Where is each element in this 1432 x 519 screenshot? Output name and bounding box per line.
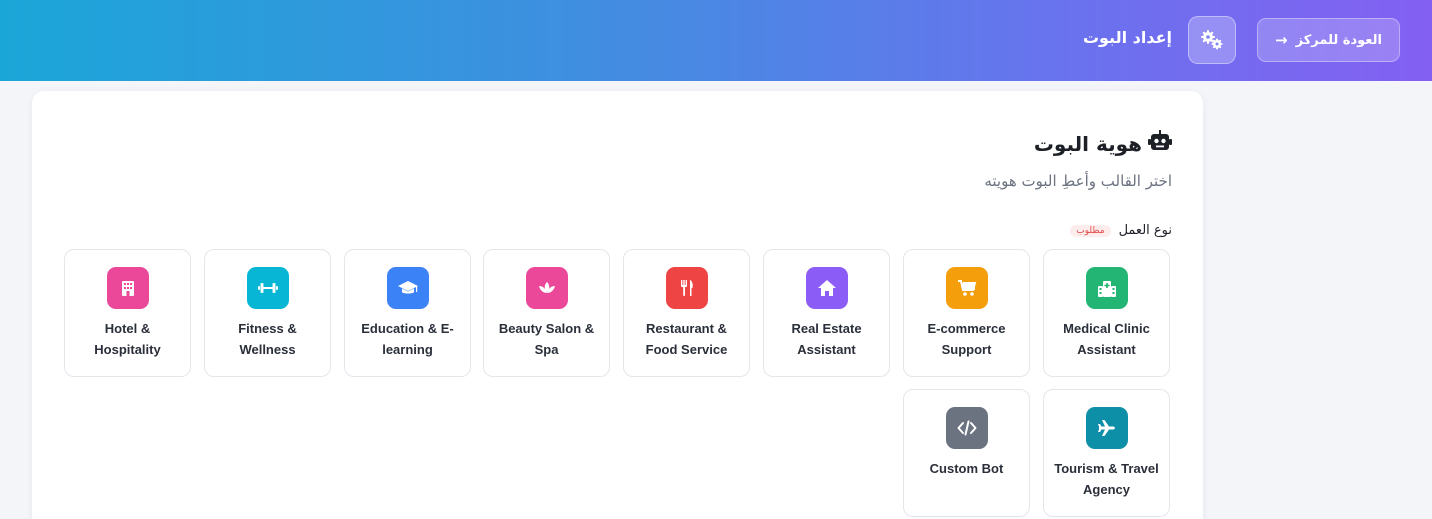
tile-label-line2: Agency <box>1083 482 1130 497</box>
tile-label-line2: Support <box>941 342 992 357</box>
tile-label-line2: Wellness <box>239 342 296 357</box>
plane-icon <box>1086 407 1128 449</box>
home-icon <box>806 267 848 309</box>
hotel-icon <box>107 267 149 309</box>
business-type-restaurant[interactable]: Restaurant & Food Service <box>623 249 750 377</box>
tile-label-line1: Tourism & Travel <box>1054 461 1159 476</box>
cart-icon <box>946 267 988 309</box>
required-badge: مطلوب <box>1070 224 1111 237</box>
tile-label-line1: Medical Clinic <box>1063 321 1150 336</box>
section-title: هوية البوت <box>1034 130 1172 157</box>
tile-label-line1: Fitness & <box>238 321 297 336</box>
graduation-cap-icon <box>387 267 429 309</box>
business-type-fitness[interactable]: Fitness & Wellness <box>204 249 331 377</box>
business-type-education[interactable]: Education & E- learning <box>344 249 471 377</box>
business-type-medical[interactable]: Medical Clinic Assistant <box>1043 249 1170 377</box>
business-type-custom-bot[interactable]: Custom Bot <box>903 389 1030 517</box>
tile-label-line2: Food Service <box>645 342 728 357</box>
business-type-label: نوع العمل مطلوب <box>1070 223 1172 238</box>
tile-label-line2: Spa <box>534 342 559 357</box>
robot-icon <box>1148 130 1172 157</box>
lotus-icon <box>526 267 568 309</box>
tile-label-line1: E-commerce <box>927 321 1006 336</box>
tile-label-line1: Custom Bot <box>929 461 1004 476</box>
tile-label-line1: Real Estate <box>791 321 862 336</box>
tile-label-line2: learning <box>382 342 433 357</box>
page-title: إعداد البوت <box>1082 28 1172 47</box>
back-to-hub-button[interactable]: العودة للمركز → <box>1257 18 1400 62</box>
business-type-real-estate[interactable]: Real Estate Assistant <box>763 249 890 377</box>
back-button-label: العودة للمركز <box>1295 32 1382 48</box>
tile-label-line2: Assistant <box>797 342 856 357</box>
section-title-text: هوية البوت <box>1033 131 1142 156</box>
utensils-icon <box>666 267 708 309</box>
dumbbell-icon <box>247 267 289 309</box>
business-type-ecommerce[interactable]: E-commerce Support <box>903 249 1030 377</box>
tile-label-line2: Assistant <box>1077 342 1136 357</box>
hospital-icon <box>1086 267 1128 309</box>
code-icon <box>946 407 988 449</box>
business-type-hotel[interactable]: Hotel & Hospitality <box>64 249 191 377</box>
tile-label-line1: Beauty Salon & <box>498 321 595 336</box>
section-subtitle: اختر القالب وأعطِ البوت هويته <box>984 172 1172 190</box>
arrow-right-icon: → <box>1275 31 1288 49</box>
gears-icon <box>1188 16 1236 64</box>
business-type-beauty-salon[interactable]: Beauty Salon & Spa <box>483 249 610 377</box>
tile-label-line1: Hotel & <box>104 321 151 336</box>
tile-label-line1: Education & E- <box>361 321 454 336</box>
business-type-label-text: نوع العمل <box>1118 223 1172 238</box>
tile-label-line1: Restaurant & <box>646 321 727 336</box>
business-type-tourism[interactable]: Tourism & Travel Agency <box>1043 389 1170 517</box>
tile-label-line2: Hospitality <box>94 342 161 357</box>
